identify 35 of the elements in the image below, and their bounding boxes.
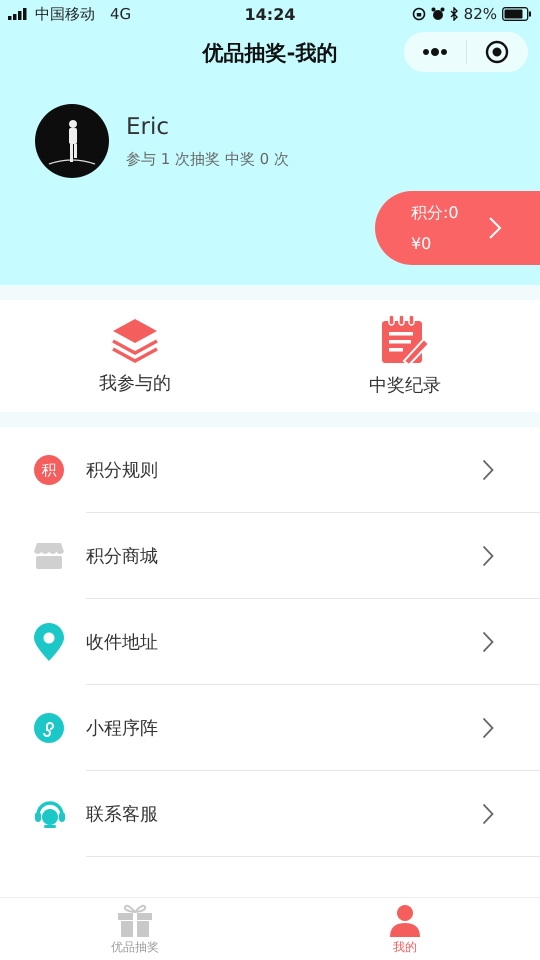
battery-icon: [502, 7, 532, 21]
carrier-name: 中国移动: [35, 4, 95, 24]
bluetooth-icon: [450, 7, 459, 21]
points-badge-icon: 积: [34, 455, 64, 485]
rotation-lock-icon: [412, 7, 426, 21]
shop-icon: [34, 543, 64, 569]
menu-item[interactable]: 积 积分规则: [0, 427, 540, 513]
shortcut-button[interactable]: 中奖纪录: [270, 300, 540, 412]
user-name: Eric: [126, 114, 170, 140]
clock-time: 14:24: [244, 4, 296, 24]
money-value: ¥0: [411, 234, 432, 253]
network-type: 4G: [110, 5, 132, 23]
gift-icon: [117, 902, 153, 936]
link-circle-icon: [34, 713, 64, 743]
chevron-icon: [482, 458, 494, 480]
layers-icon: [110, 317, 160, 363]
chevron-icon: [482, 716, 494, 738]
notepad-icon: [380, 315, 430, 365]
alarm-icon: [430, 7, 445, 21]
headset-icon: [34, 799, 66, 829]
chevron-icon: [482, 544, 494, 566]
page-title: 优品抽奖-我的: [202, 40, 338, 67]
points-value: 积分:0: [411, 203, 459, 224]
menu-item[interactable]: 积分商城: [0, 513, 540, 599]
shortcut-button[interactable]: 我参与的: [0, 300, 270, 412]
menu-item[interactable]: 联系客服: [0, 771, 540, 857]
chevron-icon: [482, 630, 494, 652]
chevron-icon: [482, 802, 494, 824]
menu-item[interactable]: 小程序阵: [0, 685, 540, 771]
participation-summary: 参与 1 次抽奖 中奖 0 次: [126, 150, 289, 168]
location-pin-icon: [34, 623, 64, 661]
menu-item[interactable]: 收件地址: [0, 599, 540, 685]
chevron-icon: [488, 216, 502, 240]
battery-percent: 82%: [464, 5, 497, 23]
person-icon: [388, 902, 422, 936]
